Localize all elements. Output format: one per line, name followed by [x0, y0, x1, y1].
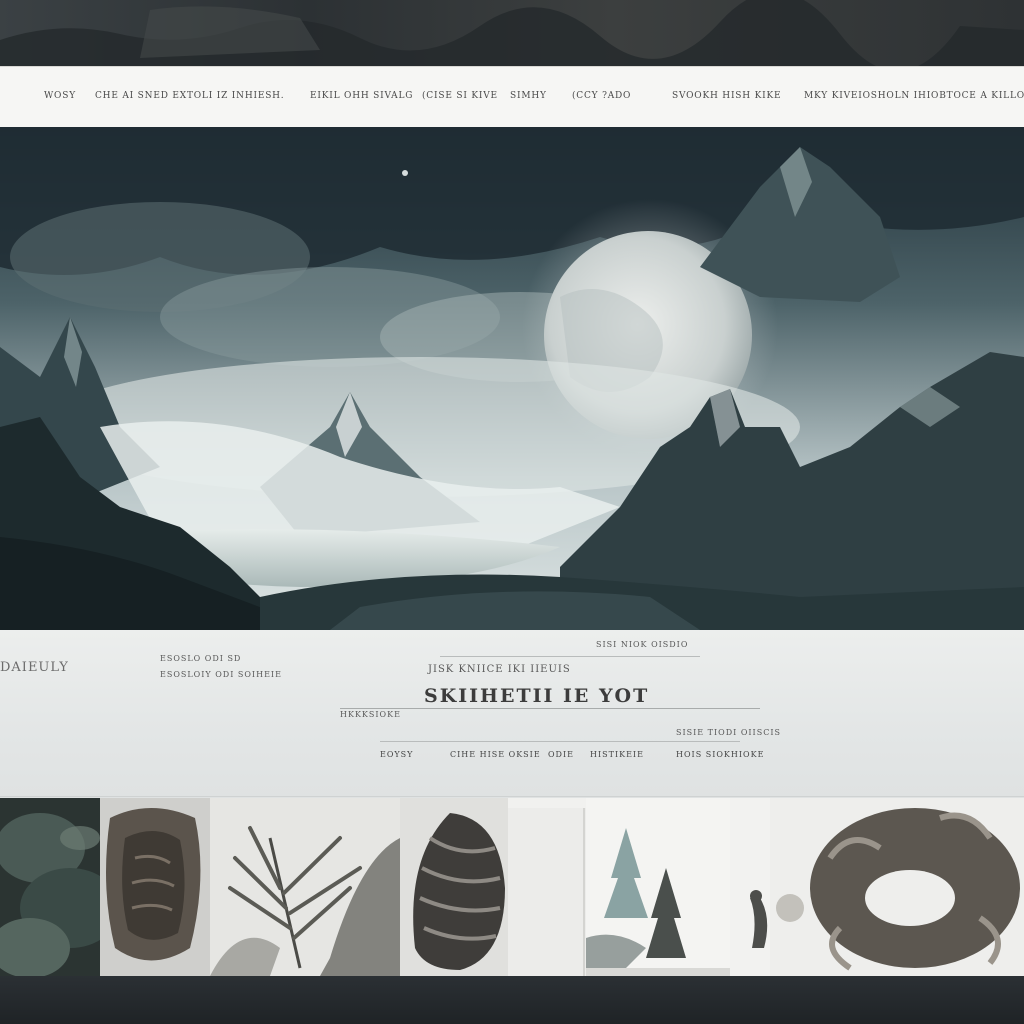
fern-leaves-icon — [210, 798, 400, 976]
section-label: DAIEULY — [0, 660, 69, 675]
gallery-tile[interactable] — [100, 798, 210, 976]
moonlit-mountain-landscape-icon — [0, 127, 1024, 630]
ribbed-shell-icon — [400, 798, 508, 976]
top-navigation-bar: WOSY CHE AI SNED EXTOLI IZ INHIESH. EIKI… — [0, 66, 1024, 128]
page: WOSY CHE AI SNED EXTOLI IZ INHIESH. EIKI… — [0, 0, 1024, 1024]
footer-link[interactable]: HOIS SIOKHIOKE — [676, 750, 764, 759]
gallery-tile[interactable] — [210, 798, 400, 976]
top-banner-image — [0, 0, 1024, 71]
footer-link[interactable]: EOYSY — [380, 750, 413, 759]
footer-link[interactable]: HISTIKEIE — [590, 750, 644, 759]
gallery-tile[interactable] — [586, 798, 730, 976]
subline-text: HKKKSIOKE — [340, 710, 401, 719]
divider — [380, 741, 740, 742]
meta-text: ESOSLOIY ODI SOIHEIE — [160, 670, 282, 679]
meta-text: SISI NIOK OISDIO — [596, 640, 689, 649]
meta-text: ESOSLO ODI SD — [160, 654, 242, 663]
nav-item[interactable]: CHE AI SNED EXTOLI IZ INHIESH. — [95, 91, 284, 101]
pine-trees-icon — [586, 798, 730, 976]
gallery-tile[interactable] — [0, 798, 110, 976]
gallery-tile[interactable] — [400, 798, 508, 976]
divider — [0, 796, 1024, 797]
divider — [440, 656, 700, 657]
ornate-wreath-icon — [770, 798, 1024, 976]
mossy-rock-icon — [0, 798, 110, 976]
gallery-strip — [0, 798, 1024, 976]
kicker-text: JISK KNIICE IKI IIEUIS — [428, 664, 571, 675]
divider — [340, 708, 760, 709]
gallery-tile[interactable] — [770, 798, 1024, 976]
bottom-banner — [0, 976, 1024, 1024]
carved-stone-icon — [100, 798, 210, 976]
hero-landscape-image — [0, 127, 1024, 630]
nav-item[interactable]: (CCY ?ADO — [572, 91, 631, 101]
headline: SKIIHETII IE YOT — [424, 685, 650, 707]
nav-item[interactable]: SVOOKH HISH KIKE — [672, 91, 781, 101]
footer-link[interactable]: ODIE — [548, 750, 574, 759]
nav-item[interactable]: EIKIL OHH SIVALG — [310, 91, 413, 101]
blank-panel-icon — [508, 798, 586, 976]
subline-text: SISIE TIODI OIISCIS — [676, 728, 781, 737]
info-panel: DAIEULY ESOSLO ODI SD ESOSLOIY ODI SOIHE… — [0, 630, 1024, 798]
nav-logo[interactable]: WOSY — [44, 91, 76, 101]
nav-item[interactable]: SIMHY — [510, 91, 547, 101]
nav-item[interactable]: MKY KIVEIOSHOLN IHIOBTOCE A KILLOASE — [804, 91, 1024, 101]
nav-item[interactable]: (CISE SI KIVE — [422, 91, 498, 101]
footer-link[interactable]: CIHE HISE OKSIE — [450, 750, 541, 759]
gallery-tile[interactable] — [508, 798, 586, 976]
